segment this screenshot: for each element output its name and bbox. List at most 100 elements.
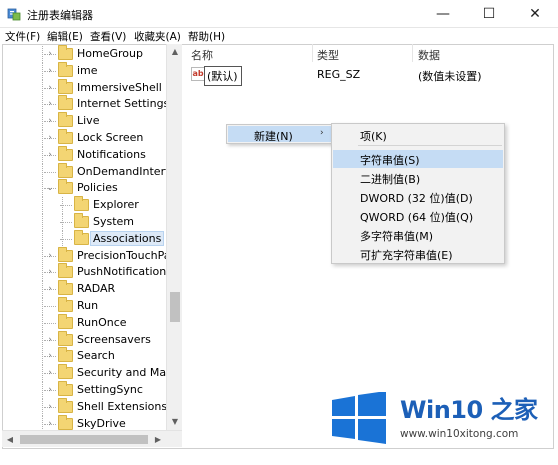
tree-item[interactable]: › RADAR xyxy=(2,280,181,299)
chevron-right-icon[interactable]: › xyxy=(45,82,55,94)
column-header-name[interactable]: 名称 xyxy=(191,47,213,63)
chevron-right-icon[interactable]: › xyxy=(45,250,55,262)
scroll-thumb[interactable] xyxy=(170,292,180,322)
chevron-right-icon[interactable]: › xyxy=(45,115,55,127)
folder-icon xyxy=(74,196,89,212)
tree-guide-line xyxy=(42,96,43,114)
tree-item-label: Shell Extensions xyxy=(77,399,168,413)
tree-item[interactable]: › Search xyxy=(2,347,181,366)
tree-item[interactable]: › SettingSync xyxy=(2,381,181,399)
chevron-right-icon[interactable]: › xyxy=(45,48,55,60)
value-name[interactable]: (默认) xyxy=(204,66,242,86)
tree-item[interactable]: › Notifications xyxy=(2,145,181,164)
tree-guide-line xyxy=(42,398,43,416)
folder-icon xyxy=(58,414,73,430)
menu-view[interactable]: 查看(V) xyxy=(90,29,126,44)
chevron-right-icon[interactable]: › xyxy=(45,266,55,278)
submenu-item[interactable]: QWORD (64 位)值(Q) xyxy=(333,207,503,225)
tree-item[interactable]: › Security and Maint xyxy=(2,364,181,383)
menu-favorites[interactable]: 收藏夹(A) xyxy=(134,29,181,44)
maximize-button[interactable]: ☐ xyxy=(466,0,512,28)
tree-item[interactable]: ⌄ Policies xyxy=(2,179,181,198)
folder-icon xyxy=(58,162,73,178)
tree-item-label: RunOnce xyxy=(77,315,127,329)
tree-item[interactable]: › Lock Screen xyxy=(2,129,181,147)
chevron-right-icon[interactable]: › xyxy=(45,65,55,77)
chevron-right-icon[interactable]: › xyxy=(45,367,55,379)
minimize-button[interactable]: — xyxy=(420,0,466,28)
column-header-type[interactable]: 类型 xyxy=(317,47,339,63)
tree-item-label: ImmersiveShell xyxy=(77,80,162,94)
tree-item[interactable]: OnDemandInterfac xyxy=(2,162,181,181)
hscroll-thumb[interactable] xyxy=(20,435,148,444)
chevron-right-icon[interactable]: › xyxy=(45,350,55,362)
tree-item[interactable]: Associations xyxy=(2,229,181,248)
column-header-data[interactable]: 数据 xyxy=(418,47,440,63)
tree-item[interactable]: › ime xyxy=(2,61,181,80)
tree-item[interactable]: › SkyDrive xyxy=(2,414,181,430)
scroll-right-icon[interactable]: ▶ xyxy=(150,431,166,448)
tree-item[interactable]: › Internet Settings xyxy=(2,95,181,114)
tree-item[interactable]: › ImmersiveShell xyxy=(2,78,181,97)
watermark-url: www.win10xitong.com xyxy=(400,428,519,440)
submenu-item[interactable]: 可扩充字符串值(E) xyxy=(333,245,503,263)
tree-guide-line xyxy=(60,205,72,207)
chevron-right-icon[interactable]: › xyxy=(45,149,55,161)
tree-vertical-scrollbar[interactable]: ▲ ▼ xyxy=(166,44,182,430)
submenu-item-label: QWORD (64 位)值(Q) xyxy=(360,211,474,224)
tree-item[interactable]: Run xyxy=(2,297,181,315)
menu-edit[interactable]: 编辑(E) xyxy=(47,29,83,44)
tree-item[interactable]: System xyxy=(2,213,181,231)
menu-item-new[interactable]: 新建(N) › xyxy=(228,126,332,143)
chevron-right-icon[interactable]: › xyxy=(45,401,55,413)
folder-icon xyxy=(58,112,73,128)
maximize-icon: ☐ xyxy=(482,6,496,22)
list-item[interactable]: ab (默认) REG_SZ (数值未设置) xyxy=(186,66,554,86)
tree-guide-line xyxy=(60,222,72,223)
tree-guide-line xyxy=(44,322,56,324)
chevron-right-icon[interactable]: › xyxy=(45,283,55,295)
tree-guide-line xyxy=(42,230,43,248)
tree-item[interactable]: Explorer xyxy=(2,196,181,215)
registry-tree[interactable]: › HomeGroup › ime › ImmersiveShell › Internet S… xyxy=(2,44,182,430)
submenu-item[interactable]: 二进制值(B) xyxy=(333,169,503,187)
scroll-up-icon[interactable]: ▲ xyxy=(167,44,183,60)
chevron-right-icon[interactable]: › xyxy=(45,384,55,396)
submenu-item[interactable]: 字符串值(S) xyxy=(333,150,503,168)
column-divider[interactable] xyxy=(412,44,413,62)
chevron-right-icon[interactable]: › xyxy=(45,418,55,430)
submenu-item-label: 可扩充字符串值(E) xyxy=(360,249,453,262)
tree-item[interactable]: › Screensavers xyxy=(2,330,181,349)
folder-icon xyxy=(58,397,73,413)
scroll-left-icon[interactable]: ◀ xyxy=(2,431,18,448)
title-bar: 注册表编辑器 — ☐ ✕ xyxy=(0,0,558,28)
close-button[interactable]: ✕ xyxy=(512,0,558,28)
tree-item[interactable]: › Shell Extensions xyxy=(2,397,181,416)
chevron-down-icon[interactable]: ⌄ xyxy=(45,182,55,194)
column-divider[interactable] xyxy=(312,44,313,62)
tree-guide-line xyxy=(42,348,43,366)
submenu-item[interactable]: DWORD (32 位)值(D) xyxy=(333,188,503,206)
chevron-right-icon[interactable]: › xyxy=(45,132,55,144)
submenu-item-label: 多字符串值(M) xyxy=(360,230,434,243)
submenu-item[interactable]: 多字符串值(M) xyxy=(333,226,503,244)
chevron-right-icon[interactable]: › xyxy=(45,334,55,346)
submenu-item[interactable]: 项(K) xyxy=(333,126,503,144)
tree-item[interactable]: › Live xyxy=(2,112,181,131)
scroll-down-icon[interactable]: ▼ xyxy=(167,414,183,430)
menu-help[interactable]: 帮助(H) xyxy=(188,29,225,44)
windows-logo-icon xyxy=(332,392,386,444)
chevron-right-icon[interactable]: › xyxy=(45,98,55,110)
tree-item-label: SkyDrive xyxy=(77,416,126,430)
tree-item-label: Associations xyxy=(89,230,165,246)
tree-item[interactable]: RunOnce xyxy=(2,313,181,332)
menu-file[interactable]: 文件(F) xyxy=(5,29,40,44)
tree-item[interactable]: › HomeGroup xyxy=(2,45,181,63)
folder-icon xyxy=(58,364,73,380)
tree-item[interactable]: › PrecisionTouchPac xyxy=(2,246,181,265)
tree-guide-line xyxy=(42,130,43,147)
tree-guide-line xyxy=(44,171,56,173)
tree-horizontal-scrollbar[interactable]: ◀ ▶ xyxy=(2,430,182,447)
tree-item[interactable]: › PushNotifications xyxy=(2,263,181,282)
folder-icon xyxy=(58,61,73,77)
